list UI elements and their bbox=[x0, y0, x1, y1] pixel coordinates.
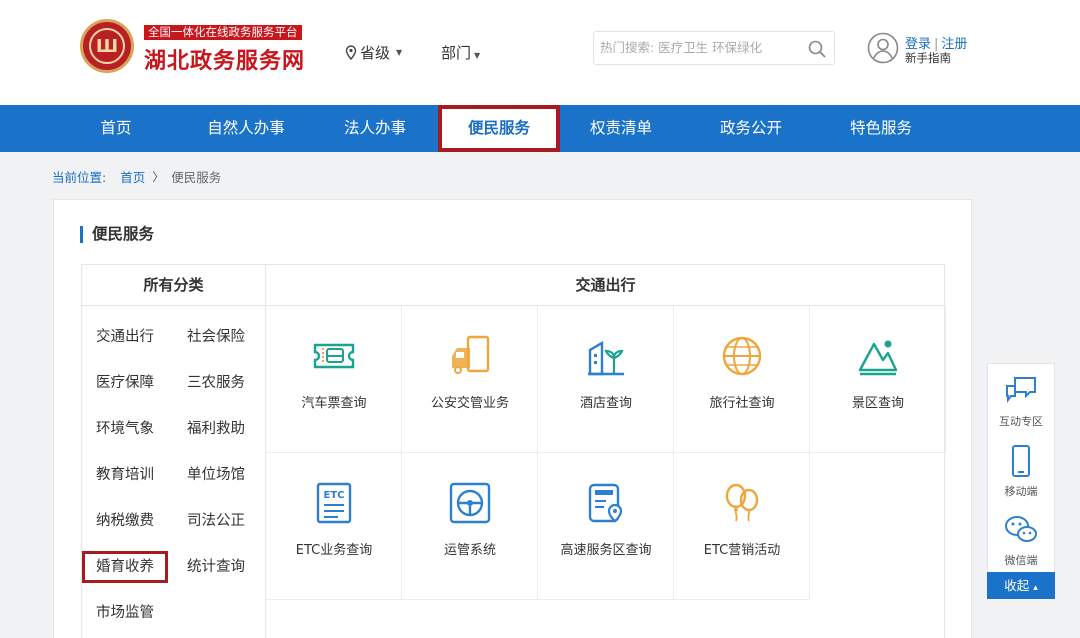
service-label: 高速服务区查询 bbox=[560, 543, 652, 558]
bus-ticket-icon bbox=[313, 343, 355, 369]
service-tile-transport-mgmt[interactable]: 运管系统 bbox=[402, 453, 538, 600]
panel-title: 便民服务 bbox=[80, 226, 154, 243]
hotel-building-icon bbox=[588, 340, 624, 376]
category-item-highlighted[interactable]: 婚育收养 bbox=[82, 551, 168, 583]
service-tile-travel-agency[interactable]: 旅行社查询 bbox=[674, 306, 810, 453]
etc-document-icon: ETC bbox=[316, 482, 352, 524]
service-label: 汽车票查询 bbox=[301, 396, 367, 411]
nav-item-gov-open[interactable]: 政务公开 bbox=[706, 105, 796, 152]
category-header: 所有分类 bbox=[82, 265, 265, 306]
service-label: ETC业务查询 bbox=[295, 543, 373, 558]
category-column: 所有分类 交通出行 社会保险 医疗保障 三农服务 环境气象 福利救助 教育培训 … bbox=[82, 265, 266, 638]
side-item-interaction[interactable]: 互动专区 bbox=[988, 366, 1054, 434]
breadcrumb: 当前位置: 首页 〉 便民服务 bbox=[52, 167, 221, 186]
region-select-label: 省级 bbox=[360, 44, 391, 62]
chevron-right-icon: 〉 bbox=[152, 170, 165, 184]
site-header: Ш 全国一体化在线政务服务平台 湖北政务服务网 省级 ▼ 部门▼ 登录|注册 新… bbox=[0, 0, 1080, 105]
breadcrumb-home[interactable]: 首页 bbox=[120, 167, 145, 186]
service-tile-hotel[interactable]: 酒店查询 bbox=[538, 306, 674, 453]
side-item-label: 移动端 bbox=[1004, 485, 1038, 498]
service-label: 景区查询 bbox=[851, 396, 904, 411]
category-item[interactable]: 单位场馆 bbox=[187, 465, 245, 485]
service-tile-traffic-police[interactable]: 公安交管业务 bbox=[402, 306, 538, 453]
location-pin-icon bbox=[345, 45, 357, 60]
convenience-panel: 便民服务 所有分类 交通出行 社会保险 医疗保障 三农服务 环境气象 福利救助 … bbox=[53, 199, 972, 638]
floating-sidebar: 互动专区 移动端 微信端 bbox=[987, 363, 1055, 573]
side-item-wechat[interactable]: 微信端 bbox=[988, 505, 1054, 573]
guide-link[interactable]: 新手指南 bbox=[905, 50, 951, 66]
mountain-icon bbox=[858, 340, 898, 376]
service-tile-bus-ticket[interactable]: 汽车票查询 bbox=[266, 306, 402, 453]
user-avatar-icon[interactable] bbox=[867, 32, 899, 64]
region-select[interactable]: 省级 ▼ bbox=[345, 42, 402, 63]
caret-down-icon: ▼ bbox=[396, 48, 403, 57]
category-item[interactable]: 环境气象 bbox=[96, 419, 154, 439]
main-nav: 首页 自然人办事 法人办事 便民服务 权责清单 政务公开 特色服务 bbox=[0, 105, 1080, 152]
breadcrumb-current: 便民服务 bbox=[171, 170, 222, 185]
service-tile-service-area[interactable]: 高速服务区查询 bbox=[538, 453, 674, 600]
category-item[interactable]: 市场监管 bbox=[96, 603, 154, 623]
wechat-icon bbox=[1005, 516, 1037, 542]
service-label: 公安交管业务 bbox=[430, 396, 509, 411]
service-tile-etc-promo[interactable]: ETC营销活动 bbox=[674, 453, 810, 600]
caret-up-icon: ▴ bbox=[1033, 583, 1038, 593]
dept-select[interactable]: 部门 ▼ bbox=[441, 42, 480, 63]
search-box bbox=[593, 31, 835, 65]
category-item[interactable]: 医疗保障 bbox=[96, 373, 154, 393]
nav-item-featured[interactable]: 特色服务 bbox=[836, 105, 926, 152]
collapse-label: 收起 bbox=[1004, 578, 1030, 593]
sidebar-collapse-button[interactable]: 收起 ▴ bbox=[987, 572, 1055, 599]
service-grid: 所有分类 交通出行 社会保险 医疗保障 三农服务 环境气象 福利救助 教育培训 … bbox=[81, 264, 946, 638]
category-item[interactable]: 司法公正 bbox=[187, 511, 245, 531]
search-input[interactable] bbox=[600, 40, 805, 55]
caret-down-icon: ▼ bbox=[474, 51, 481, 60]
traffic-police-car-icon bbox=[452, 335, 490, 374]
svg-text:ETC: ETC bbox=[324, 490, 345, 501]
service-label: ETC营销活动 bbox=[703, 543, 781, 558]
breadcrumb-prefix: 当前位置: bbox=[52, 170, 107, 185]
category-item[interactable]: 纳税缴费 bbox=[96, 511, 154, 531]
side-item-label: 互动专区 bbox=[999, 415, 1043, 428]
nav-item-convenience[interactable]: 便民服务 bbox=[438, 105, 560, 152]
nav-item-power-list[interactable]: 权责清单 bbox=[576, 105, 666, 152]
balloons-icon bbox=[725, 483, 759, 522]
side-item-mobile[interactable]: 移动端 bbox=[988, 436, 1054, 504]
category-item[interactable]: 教育培训 bbox=[96, 465, 154, 485]
service-label: 酒店查询 bbox=[579, 396, 632, 411]
nav-item-individual[interactable]: 自然人办事 bbox=[196, 105, 296, 152]
category-item[interactable]: 社会保险 bbox=[187, 327, 245, 347]
platform-tag: 全国一体化在线政务服务平台 bbox=[144, 25, 302, 40]
category-item[interactable]: 交通出行 bbox=[96, 327, 154, 347]
service-tile-scenic-spot[interactable]: 景区查询 bbox=[810, 306, 946, 453]
steering-wheel-icon bbox=[449, 482, 491, 524]
mobile-phone-icon bbox=[1012, 445, 1030, 477]
search-icon[interactable] bbox=[808, 40, 826, 58]
service-label: 运管系统 bbox=[443, 543, 496, 558]
category-item[interactable]: 统计查询 bbox=[187, 557, 245, 577]
nav-item-legal-person[interactable]: 法人办事 bbox=[330, 105, 420, 152]
side-item-label: 微信端 bbox=[1004, 554, 1038, 567]
chat-bubbles-icon bbox=[1006, 377, 1036, 403]
service-label: 旅行社查询 bbox=[709, 396, 775, 411]
service-tile-etc-query[interactable]: ETC ETC业务查询 bbox=[266, 453, 402, 600]
nav-item-home[interactable]: 首页 bbox=[79, 105, 153, 152]
service-header: 交通出行 bbox=[266, 265, 945, 306]
globe-icon bbox=[722, 336, 762, 376]
site-logo-icon[interactable]: Ш bbox=[80, 19, 134, 73]
category-item[interactable]: 三农服务 bbox=[187, 373, 245, 393]
site-title[interactable]: 湖北政务服务网 bbox=[144, 43, 305, 75]
service-area-icon bbox=[588, 483, 623, 523]
dept-select-label: 部门 bbox=[441, 44, 472, 62]
category-item[interactable]: 福利救助 bbox=[187, 419, 245, 439]
